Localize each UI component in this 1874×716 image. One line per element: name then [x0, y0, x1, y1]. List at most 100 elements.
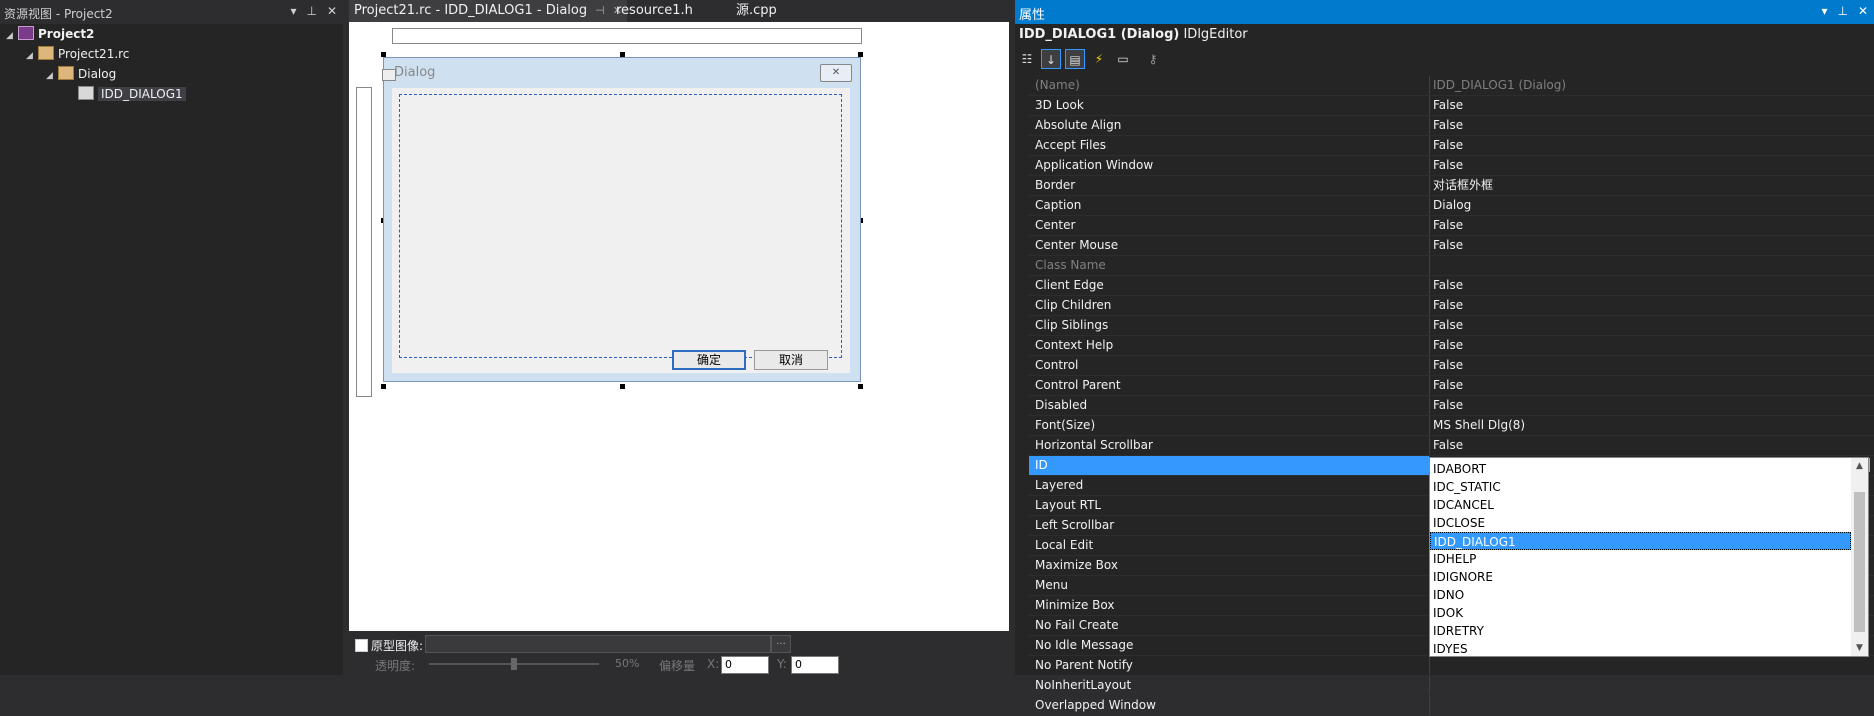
property-row[interactable]: Horizontal Scrollbar False: [1029, 436, 1874, 456]
pin-icon[interactable]: ⊥: [1837, 4, 1847, 18]
offset-y-spinner[interactable]: 0: [791, 656, 839, 674]
dropdown-option[interactable]: IDC_STATIC: [1430, 478, 1851, 496]
tab-dialog-editor[interactable]: Project21.rc - IDD_DIALOG1 - Dialog ⊣ ✕: [349, 0, 627, 22]
pin-tab-icon[interactable]: ⊣: [595, 4, 605, 17]
offset-x-spinner[interactable]: 0: [721, 656, 769, 674]
horizontal-ruler[interactable]: [392, 28, 862, 44]
property-value[interactable]: MS Shell Dlg(8): [1433, 416, 1525, 435]
property-row[interactable]: Overlapped Window: [1029, 696, 1874, 716]
resize-handle[interactable]: [620, 384, 625, 389]
properties-icon[interactable]: ▤: [1065, 49, 1085, 69]
property-row[interactable]: Clip Children False: [1029, 296, 1874, 316]
property-row[interactable]: Control False: [1029, 356, 1874, 376]
dropdown-option[interactable]: IDRETRY: [1430, 622, 1851, 640]
transparency-slider[interactable]: [429, 658, 599, 670]
property-value[interactable]: False: [1433, 336, 1463, 355]
property-row[interactable]: Client Edge False: [1029, 276, 1874, 296]
expand-arrow-icon[interactable]: ◢: [6, 26, 18, 46]
property-row[interactable]: Disabled False: [1029, 396, 1874, 416]
browse-button[interactable]: ...: [771, 635, 791, 653]
x-label: X:: [707, 657, 720, 671]
property-value[interactable]: False: [1433, 296, 1463, 315]
property-row[interactable]: Accept Files False: [1029, 136, 1874, 156]
tree-item-dialog-folder[interactable]: ◢ Dialog: [46, 64, 116, 84]
expand-arrow-icon[interactable]: ◢: [26, 46, 38, 66]
property-row[interactable]: 3D Look False: [1029, 96, 1874, 116]
tab-source-cpp[interactable]: 源.cpp: [731, 0, 782, 22]
property-row[interactable]: Font(Size) MS Shell Dlg(8): [1029, 416, 1874, 436]
property-value[interactable]: False: [1433, 236, 1463, 255]
property-value[interactable]: False: [1433, 96, 1463, 115]
events-icon[interactable]: ⚡: [1089, 49, 1109, 69]
property-row[interactable]: Control Parent False: [1029, 376, 1874, 396]
dropdown-option[interactable]: IDHELP: [1430, 550, 1851, 568]
property-value[interactable]: False: [1433, 116, 1463, 135]
property-value[interactable]: False: [1433, 396, 1463, 415]
alphabetical-icon[interactable]: ↓: [1041, 49, 1061, 69]
pin-icon[interactable]: ⊥: [306, 4, 316, 18]
property-value[interactable]: False: [1433, 376, 1463, 395]
tree-item-rc-file[interactable]: ◢ Project21.rc: [26, 44, 129, 64]
property-value[interactable]: False: [1433, 436, 1463, 455]
property-value[interactable]: False: [1433, 156, 1463, 175]
messages-icon[interactable]: ▭: [1113, 49, 1133, 69]
property-row[interactable]: Application Window False: [1029, 156, 1874, 176]
proto-image-path-field[interactable]: [425, 635, 771, 653]
property-row[interactable]: Caption Dialog: [1029, 196, 1874, 216]
property-value[interactable]: False: [1433, 216, 1463, 235]
property-value[interactable]: False: [1433, 356, 1463, 375]
slider-thumb[interactable]: [511, 658, 517, 670]
categorized-icon[interactable]: ☷: [1017, 49, 1037, 69]
property-row[interactable]: Clip Siblings False: [1029, 316, 1874, 336]
ok-button[interactable]: 确定: [672, 350, 746, 370]
tree-item-project[interactable]: ◢ Project2: [6, 24, 94, 44]
scroll-up-icon[interactable]: ▲: [1851, 458, 1868, 474]
scroll-down-icon[interactable]: ▼: [1851, 640, 1868, 656]
dropdown-icon[interactable]: ▾: [290, 4, 296, 18]
dropdown-option[interactable]: IDNO: [1430, 586, 1851, 604]
property-value[interactable]: IDD_DIALOG1 (Dialog): [1433, 76, 1566, 95]
dropdown-option[interactable]: IDOK: [1430, 604, 1851, 622]
proto-image-checkbox[interactable]: 原型图像:: [355, 637, 423, 654]
property-row[interactable]: (Name) IDD_DIALOG1 (Dialog): [1029, 76, 1874, 96]
id-dropdown-list[interactable]: ▲ ▼ IDABORT IDC_STATIC IDCANCEL IDCLOSE IDD_…: [1429, 457, 1869, 657]
dropdown-option[interactable]: IDABORT: [1430, 460, 1851, 478]
property-row[interactable]: Absolute Align False: [1029, 116, 1874, 136]
close-icon[interactable]: ✕: [1858, 4, 1868, 18]
property-row[interactable]: Center Mouse False: [1029, 236, 1874, 256]
expand-arrow-icon[interactable]: ◢: [46, 66, 58, 86]
property-pages-icon[interactable]: ⚷: [1143, 49, 1163, 69]
dropdown-scrollbar[interactable]: ▲ ▼: [1851, 458, 1868, 656]
resize-handle[interactable]: [381, 384, 386, 389]
design-canvas[interactable]: Dialog ✕ 确定 取消: [349, 22, 1009, 631]
property-row[interactable]: Center False: [1029, 216, 1874, 236]
property-value[interactable]: False: [1433, 276, 1463, 295]
object-selector[interactable]: IDD_DIALOG1 (Dialog) IDlgEditor: [1019, 27, 1248, 42]
dialog-client-area[interactable]: 确定 取消: [392, 88, 850, 373]
dropdown-option[interactable]: IDD_DIALOG1: [1430, 532, 1851, 550]
property-row[interactable]: Context Help False: [1029, 336, 1874, 356]
property-name: Absolute Align: [1035, 118, 1122, 132]
property-value[interactable]: Dialog: [1433, 196, 1471, 215]
cancel-button[interactable]: 取消: [754, 350, 828, 370]
property-row[interactable]: Class Name: [1029, 256, 1874, 276]
resize-handle[interactable]: [858, 384, 863, 389]
tab-resource1-h[interactable]: resource1.h: [611, 0, 698, 22]
close-icon[interactable]: ✕: [327, 4, 337, 18]
dropdown-option[interactable]: IDYES: [1430, 640, 1851, 656]
dialog-close-icon[interactable]: ✕: [820, 64, 852, 82]
property-row[interactable]: No Parent Notify: [1029, 656, 1874, 676]
property-value[interactable]: 对话框外框: [1433, 176, 1493, 195]
scroll-thumb[interactable]: [1854, 492, 1865, 632]
dialog-preview[interactable]: Dialog ✕ 确定 取消: [382, 57, 861, 382]
property-row[interactable]: Border 对话框外框: [1029, 176, 1874, 196]
tree-item-idd-dialog1[interactable]: IDD_DIALOG1: [78, 84, 186, 104]
vertical-ruler[interactable]: [356, 87, 372, 397]
dropdown-icon[interactable]: ▾: [1821, 4, 1827, 18]
dropdown-option[interactable]: IDCANCEL: [1430, 496, 1851, 514]
property-value[interactable]: False: [1433, 136, 1463, 155]
property-value[interactable]: False: [1433, 316, 1463, 335]
property-row[interactable]: NoInheritLayout: [1029, 676, 1874, 696]
dropdown-option[interactable]: IDCLOSE: [1430, 514, 1851, 532]
dropdown-option[interactable]: IDIGNORE: [1430, 568, 1851, 586]
